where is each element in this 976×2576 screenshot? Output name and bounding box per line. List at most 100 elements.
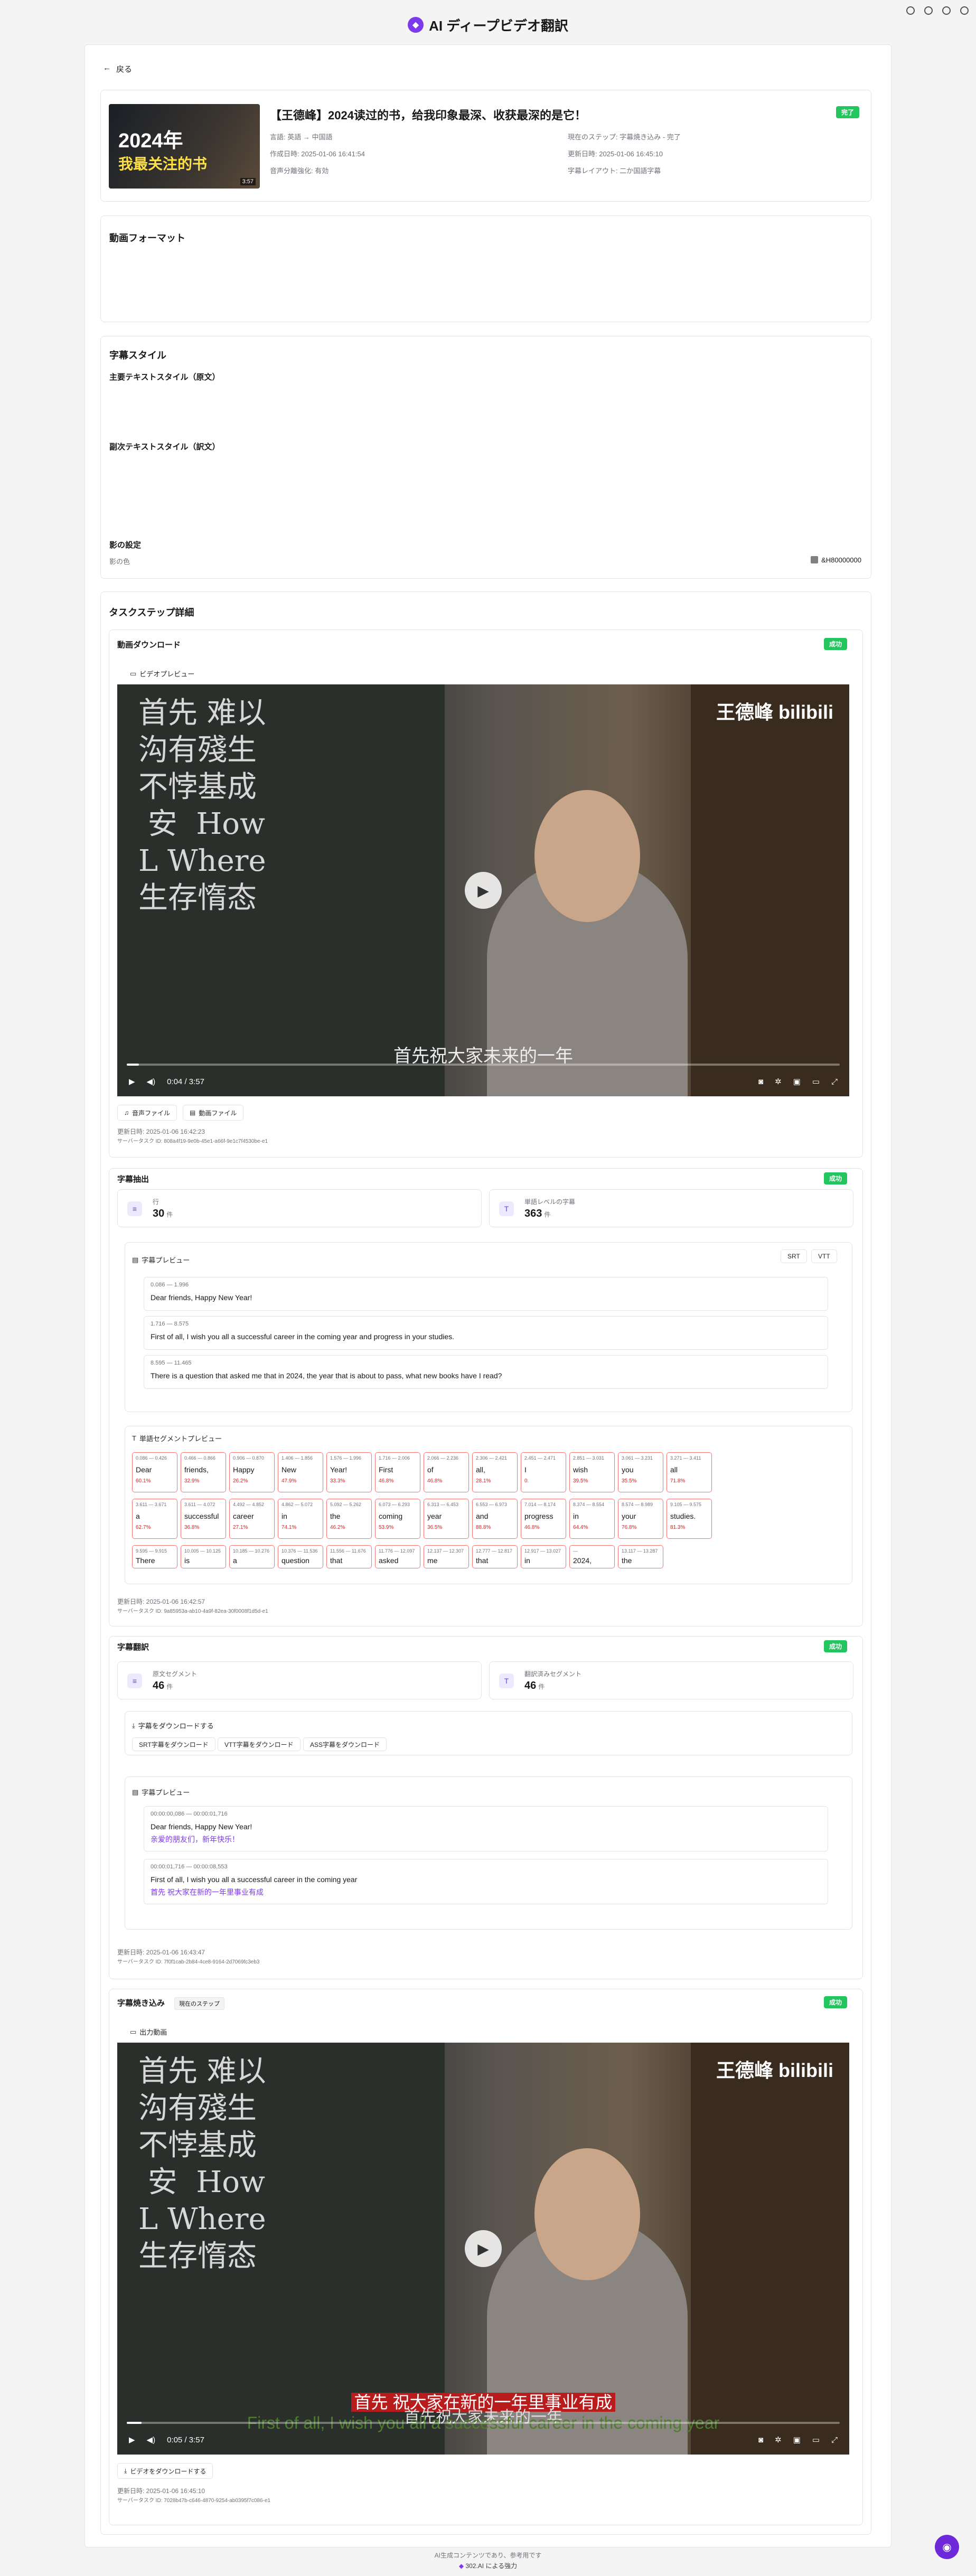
- video-file-button[interactable]: ▤ 動画ファイル: [183, 1105, 244, 1121]
- thumb-caption-text: 我最关注的书: [118, 156, 208, 172]
- segment-time: 2.451 — 2.471: [524, 1455, 556, 1461]
- theme-icon[interactable]: [942, 6, 951, 15]
- video-time: 0:04 / 3:57: [167, 1077, 204, 1086]
- segment-word: progress: [524, 1512, 553, 1520]
- word-segment: 11.776 — 12.097 asked: [375, 1545, 420, 1568]
- video-thumbnail[interactable]: 2024年 我最关注的书 3:57: [109, 104, 260, 189]
- top-toolbar: [906, 6, 969, 15]
- word-segment-label: T 単語セグメントプレビュー: [132, 1434, 222, 1443]
- theater-icon[interactable]: ▭: [812, 2435, 820, 2445]
- word-segment: 5.092 — 5.262 the 46.2%: [326, 1499, 372, 1539]
- footer-disclaimer: AI生成コンテンツであり、参考用です: [434, 2552, 542, 2559]
- vtt-tab[interactable]: VTT: [811, 1249, 837, 1263]
- words-stat-value: 363 件: [524, 1208, 551, 1219]
- burn-updated: 更新日時: 2025-01-06 16:45:10: [117, 2487, 205, 2495]
- word-segment: — 2024,: [569, 1545, 615, 1568]
- settings-icon[interactable]: ✲: [775, 2435, 782, 2445]
- app-title: AI ディープビデオ翻訳: [429, 17, 568, 34]
- word-segment: 2.451 — 2.471 I 0.: [521, 1452, 566, 1492]
- srt-download-button[interactable]: SRT字幕をダウンロード: [132, 1737, 215, 1751]
- volume-icon[interactable]: ◀): [147, 1077, 156, 1086]
- video-format-card: 動画フォーマット 解像度1280x720フレームレート25フォーマットID100…: [100, 215, 871, 524]
- word-segment: 0.466 — 0.866 friends, 32.9%: [181, 1452, 226, 1492]
- segment-word: the: [330, 1512, 341, 1520]
- step-translate-badge: 成功: [824, 1640, 848, 1652]
- back-button[interactable]: ← 戻る: [103, 63, 132, 74]
- word-segment: 10.376 — 11.536 question: [278, 1545, 323, 1568]
- segment-word: in: [573, 1512, 579, 1520]
- volume-icon[interactable]: ◀): [147, 2435, 156, 2445]
- segment-probability: 60.1%: [136, 1478, 151, 1484]
- video-watermark: 王德峰 bilibili: [716, 2060, 833, 2081]
- pip-icon[interactable]: ▣: [793, 1077, 801, 1086]
- info-icon[interactable]: [906, 6, 915, 15]
- segment-word: that: [330, 1556, 343, 1565]
- bookshelf: [691, 684, 849, 1096]
- segment-word: question: [281, 1556, 309, 1565]
- video-player-output[interactable]: 首先 难以 沟有殘生 不悖基成 安 How L Where 生存惰态 王德峰 bilib…: [117, 2043, 849, 2455]
- line-timestamp: 00:00:01,716 — 00:00:08,553: [151, 1864, 228, 1870]
- segment-time: 9.595 — 9.915: [136, 1548, 167, 1554]
- segment-time: 4.862 — 5.072: [281, 1502, 313, 1507]
- srt-tab[interactable]: SRT: [781, 1249, 807, 1263]
- segment-time: 11.776 — 12.097: [379, 1548, 415, 1554]
- line-timestamp: 8.595 — 11.465: [151, 1360, 192, 1366]
- shadow-settings-title: 影の設定: [109, 541, 142, 550]
- screenshot-icon[interactable]: ◙: [758, 1077, 763, 1086]
- fullscreen-icon[interactable]: ⤢: [831, 2436, 838, 2445]
- segment-probability: 62.7%: [136, 1525, 151, 1530]
- word-segment: 4.862 — 5.072 in 74.1%: [278, 1499, 323, 1539]
- word-segment: 3.271 — 3.411 all 71.8%: [667, 1452, 712, 1492]
- segment-time: 1.576 — 1.996: [330, 1455, 362, 1461]
- source-segments-value: 46 件: [153, 1680, 173, 1691]
- segment-word: your: [622, 1512, 636, 1520]
- fullscreen-icon[interactable]: ⤢: [831, 1077, 838, 1086]
- play-icon[interactable]: ▶: [129, 2435, 135, 2445]
- vtt-download-button[interactable]: VTT字幕をダウンロード: [218, 1737, 301, 1751]
- theater-icon[interactable]: ▭: [812, 1077, 820, 1086]
- word-segment: 2.066 — 2.236 of 46.8%: [424, 1452, 469, 1492]
- segment-word: all,: [476, 1465, 485, 1474]
- line-text: Dear friends, Happy New Year!: [151, 1293, 252, 1302]
- settings-icon[interactable]: [960, 6, 969, 15]
- sub-text-style-title: 副次テキストスタイル（訳文）: [109, 443, 220, 452]
- line-translation: 首先 祝大家在新的一年里事业有成: [151, 1888, 264, 1896]
- pip-icon[interactable]: ▣: [793, 2435, 801, 2445]
- word-segment: 0.906 — 0.870 Happy 26.2%: [229, 1452, 275, 1492]
- play-button[interactable]: ▶: [465, 872, 502, 909]
- segment-word: 2024,: [573, 1556, 592, 1565]
- line-text: There is a question that asked me that i…: [151, 1371, 502, 1380]
- chalkboard-writing: 首先 难以 沟有殘生 不悖基成 安 How L Where 生存惰态: [138, 696, 266, 915]
- download-video-button[interactable]: ⤓ ビデオをダウンロードする: [117, 2463, 213, 2479]
- chat-button[interactable]: ◉: [935, 2535, 959, 2559]
- audio-file-button[interactable]: ♫ 音声ファイル: [117, 1105, 177, 1121]
- segment-word: career: [233, 1512, 254, 1520]
- play-button[interactable]: ▶: [465, 2230, 502, 2267]
- music-icon: ♫: [124, 1109, 129, 1116]
- created-time: 作成日時: 2025-01-06 16:41:54: [270, 150, 365, 158]
- brand-logo-icon: ◆: [458, 2562, 466, 2570]
- word-segment: 4.492 — 4.852 career 27.1%: [229, 1499, 275, 1539]
- video-progress-fill: [127, 1064, 139, 1066]
- word-segment: 0.086 — 0.426 Dear 60.1%: [132, 1452, 177, 1492]
- segment-time: 9.105 — 9.575: [670, 1502, 702, 1507]
- video-progress-bar[interactable]: [127, 2422, 840, 2424]
- language-icon[interactable]: [924, 6, 933, 15]
- step-burn-badge: 成功: [824, 1996, 848, 2008]
- settings-icon[interactable]: ✲: [775, 1077, 782, 1086]
- screenshot-icon[interactable]: ◙: [758, 2436, 763, 2445]
- subtitle-style-card: 字幕スタイル 主要テキストスタイル（原文） フォントサイズ15フォントを選択No…: [100, 336, 871, 858]
- extract-server-id: サーバータスク ID: 9a85953a-ab10-4a9f-82ea-30f0…: [117, 1609, 268, 1614]
- video-player-download[interactable]: 首先 难以 沟有殘生 不悖基成 安 How L Where 生存惰态 王德峰 bilib…: [117, 684, 849, 1096]
- segment-probability: 0.: [524, 1478, 529, 1484]
- play-icon[interactable]: ▶: [129, 1077, 135, 1086]
- segment-time: 11.556 — 11.676: [330, 1548, 366, 1554]
- text-icon: T: [499, 1674, 514, 1688]
- language-info: 言語: 英語 → 中国語: [270, 133, 333, 141]
- ass-download-button[interactable]: ASS字幕をダウンロード: [303, 1737, 387, 1751]
- video-time: 0:05 / 3:57: [167, 2435, 204, 2445]
- video-progress-bar[interactable]: [127, 1064, 840, 1066]
- status-badge: 完了: [836, 106, 859, 118]
- subtitle-style-title: 字幕スタイル: [109, 350, 166, 361]
- segment-time: 0.086 — 0.426: [136, 1455, 167, 1461]
